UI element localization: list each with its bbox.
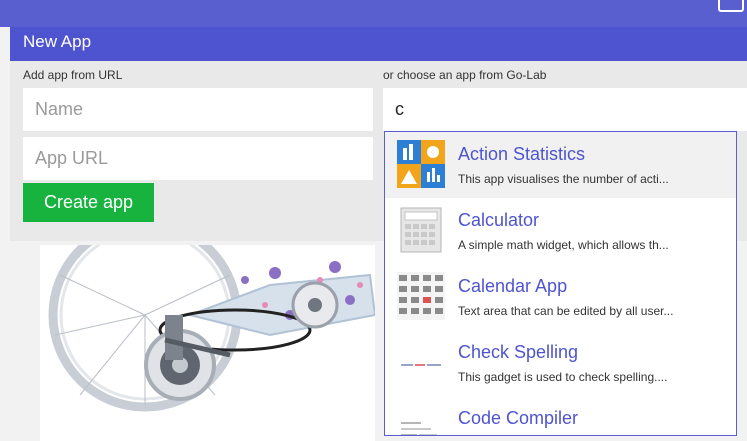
suggestion-title: Action Statistics bbox=[458, 144, 586, 164]
suggestion-description: Text area that can be edited by all user… bbox=[458, 304, 674, 318]
suggestion-title: Code Compiler bbox=[458, 408, 579, 428]
suggestion-action-statistics[interactable]: Action Statistics This app visualises th… bbox=[385, 132, 736, 198]
add-from-url-label: Add app from URL bbox=[23, 68, 123, 82]
suggestion-code-compiler[interactable]: Code Compiler bbox=[385, 396, 736, 435]
app-url-input[interactable]: App URL bbox=[23, 137, 373, 180]
app-search-input[interactable]: c bbox=[383, 88, 747, 131]
compiler-thumbnail-icon bbox=[397, 404, 445, 435]
suggestion-title: Calendar App bbox=[458, 276, 568, 296]
bicycle-image bbox=[40, 245, 375, 441]
panel-title: New App bbox=[23, 32, 92, 51]
app-suggestions-dropdown: Action Statistics This app visualises th… bbox=[384, 131, 737, 436]
spelling-thumbnail-icon bbox=[397, 338, 445, 386]
name-input[interactable]: Name bbox=[23, 88, 373, 131]
suggestion-calculator[interactable]: Calculator A simple math widget, which a… bbox=[385, 198, 736, 264]
suggestion-description: A simple math widget, which allows th... bbox=[458, 238, 669, 252]
suggestion-title: Calculator bbox=[458, 210, 540, 230]
suggestion-check-spelling[interactable]: Check Spelling This gadget is used to ch… bbox=[385, 330, 736, 396]
suggestion-calendar-app[interactable]: Calendar App Text area that can be edite… bbox=[385, 264, 736, 330]
clipped-header-text bbox=[18, 0, 26, 17]
suggestion-description: This app visualises the number of acti..… bbox=[458, 172, 669, 186]
calendar-thumbnail-icon bbox=[397, 272, 445, 320]
statistics-thumbnail-icon bbox=[397, 140, 445, 188]
create-app-button[interactable]: Create app bbox=[23, 183, 154, 222]
page-header-strip bbox=[0, 0, 747, 27]
calculator-thumbnail-icon bbox=[400, 207, 442, 253]
choose-from-golab-label: or choose an app from Go-Lab bbox=[383, 68, 547, 82]
suggestion-title: Check Spelling bbox=[458, 342, 579, 362]
suggestion-description: This gadget is used to check spelling...… bbox=[458, 370, 668, 384]
header-corner-icon[interactable] bbox=[718, 0, 744, 12]
